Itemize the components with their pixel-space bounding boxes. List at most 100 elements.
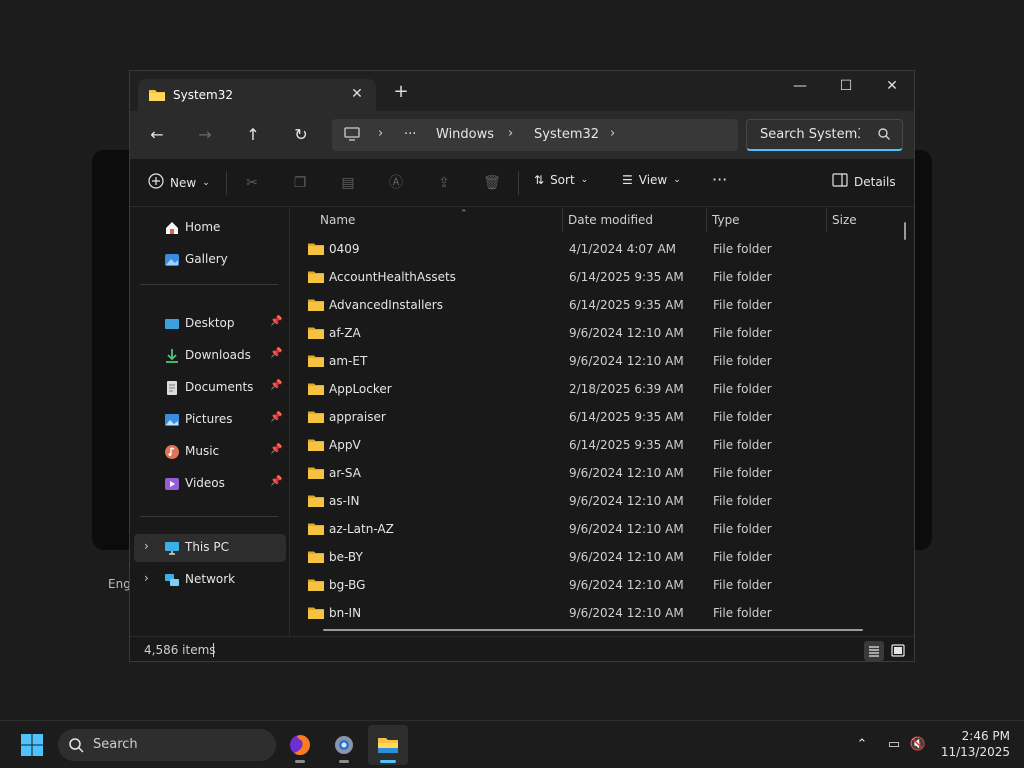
sidebar-item-pictures[interactable]: Pictures 📌 bbox=[134, 406, 286, 434]
view-label: View bbox=[638, 173, 668, 187]
chevron-right-icon[interactable]: › bbox=[610, 126, 615, 141]
table-row[interactable]: appraiser 6/14/2025 9:35 AM File folder bbox=[291, 404, 901, 432]
file-name: bn-IN bbox=[329, 606, 362, 620]
sidebar-item-this-pc[interactable]: › This PC bbox=[134, 534, 286, 562]
cut-icon[interactable]: ✂ bbox=[242, 173, 262, 193]
table-row[interactable]: bg-BG 9/6/2024 12:10 AM File folder bbox=[291, 572, 901, 600]
pin-icon[interactable]: 📌 bbox=[270, 316, 282, 327]
column-divider[interactable] bbox=[562, 208, 563, 232]
monitor-icon[interactable] bbox=[344, 127, 360, 144]
pin-icon[interactable]: 📌 bbox=[270, 380, 282, 391]
sidebar-item-desktop[interactable]: Desktop 📌 bbox=[134, 310, 286, 338]
taskbar-search[interactable]: Search bbox=[58, 729, 276, 761]
close-window-button[interactable]: ✕ bbox=[869, 71, 914, 101]
file-explorer-window: System32 ✕ + — ☐ ✕ ← → ↑ ↻ › ··· Windows… bbox=[129, 70, 915, 662]
folder-icon bbox=[148, 88, 166, 105]
table-row[interactable]: am-ET 9/6/2024 12:10 AM File folder bbox=[291, 348, 901, 376]
list-view-icon bbox=[869, 646, 879, 657]
speaker-muted-icon[interactable]: 🔇 bbox=[908, 735, 928, 755]
folder-icon bbox=[308, 494, 324, 510]
start-button[interactable] bbox=[20, 733, 44, 757]
sidebar-item-network[interactable]: › Network bbox=[134, 566, 286, 594]
pin-icon[interactable]: 📌 bbox=[270, 476, 282, 487]
pin-icon[interactable]: 📌 bbox=[270, 348, 282, 359]
share-icon[interactable]: ⇪ bbox=[434, 173, 454, 193]
table-row[interactable]: AppV 6/14/2025 9:35 AM File folder bbox=[291, 432, 901, 460]
column-header-size[interactable]: Size bbox=[832, 208, 892, 236]
taskbar-settings[interactable] bbox=[324, 725, 364, 765]
column-divider[interactable] bbox=[706, 208, 707, 232]
breadcrumb[interactable]: › ··· Windows › System32 › bbox=[332, 119, 738, 151]
file-type: File folder bbox=[713, 522, 772, 536]
sidebar-item-home[interactable]: Home bbox=[134, 214, 286, 242]
column-divider[interactable] bbox=[826, 208, 827, 232]
clock-date[interactable]: 11/13/2025 bbox=[930, 745, 1010, 759]
chevron-up-icon[interactable]: ⌃ bbox=[852, 735, 872, 755]
chevron-right-icon[interactable]: › bbox=[508, 126, 513, 141]
paste-icon[interactable]: ▤ bbox=[338, 173, 358, 193]
table-row[interactable]: be-BY 9/6/2024 12:10 AM File folder bbox=[291, 544, 901, 572]
folder-icon bbox=[308, 466, 324, 482]
new-button[interactable]: New ⌄ bbox=[148, 173, 210, 192]
file-type: File folder bbox=[713, 242, 772, 256]
desktop-icon bbox=[164, 316, 180, 332]
chevron-right-icon[interactable]: › bbox=[144, 571, 149, 585]
folder-icon bbox=[308, 354, 324, 370]
sidebar-item-videos[interactable]: Videos 📌 bbox=[134, 470, 286, 498]
column-header-date[interactable]: Date modified bbox=[568, 208, 708, 236]
forward-arrow-icon[interactable]: → bbox=[193, 123, 217, 147]
taskbar-file-explorer[interactable] bbox=[368, 725, 408, 765]
table-row[interactable]: 0409 4/1/2024 4:07 AM File folder bbox=[291, 236, 901, 264]
table-row[interactable]: bn-IN 9/6/2024 12:10 AM File folder bbox=[291, 600, 901, 628]
view-button[interactable]: ☰ View ⌄ bbox=[622, 173, 681, 187]
file-name: appraiser bbox=[329, 410, 386, 424]
sidebar-divider bbox=[140, 516, 278, 517]
sidebar-item-music[interactable]: Music 📌 bbox=[134, 438, 286, 466]
file-type: File folder bbox=[713, 466, 772, 480]
table-row[interactable]: AppLocker 2/18/2025 6:39 AM File folder bbox=[291, 376, 901, 404]
thumbnail-view-button[interactable] bbox=[888, 641, 908, 661]
pin-icon[interactable]: 📌 bbox=[270, 412, 282, 423]
column-header-name[interactable]: Name ⌃ bbox=[320, 208, 560, 236]
maximize-button[interactable]: ☐ bbox=[823, 71, 869, 101]
delete-icon[interactable]: 🗑 bbox=[482, 173, 502, 193]
breadcrumb-windows[interactable]: Windows bbox=[436, 127, 494, 142]
refresh-icon[interactable]: ↻ bbox=[289, 123, 313, 147]
table-row[interactable]: af-ZA 9/6/2024 12:10 AM File folder bbox=[291, 320, 901, 348]
horizontal-scrollbar[interactable] bbox=[323, 629, 863, 631]
sidebar-item-downloads[interactable]: Downloads 📌 bbox=[134, 342, 286, 370]
taskbar-firefox[interactable] bbox=[280, 725, 320, 765]
clock-time[interactable]: 2:46 PM bbox=[940, 729, 1010, 743]
sort-button[interactable]: ⇅ Sort ⌄ bbox=[534, 173, 588, 187]
table-row[interactable]: as-IN 9/6/2024 12:10 AM File folder bbox=[291, 488, 901, 516]
sidebar-item-gallery[interactable]: Gallery bbox=[134, 246, 286, 274]
table-row[interactable]: AdvancedInstallers 6/14/2025 9:35 AM File … bbox=[291, 292, 901, 320]
copy-icon[interactable]: ❐ bbox=[290, 173, 310, 193]
table-row[interactable]: AccountHealthAssets 6/14/2025 9:35 AM File… bbox=[291, 264, 901, 292]
table-row[interactable]: az-Latn-AZ 9/6/2024 12:10 AM File folder bbox=[291, 516, 901, 544]
new-tab-button[interactable]: + bbox=[392, 83, 410, 101]
back-arrow-icon[interactable]: ← bbox=[145, 123, 169, 147]
file-date: 9/6/2024 12:10 AM bbox=[569, 494, 684, 508]
chevron-right-icon[interactable]: › bbox=[144, 539, 149, 553]
rename-icon[interactable]: Ⓐ bbox=[386, 173, 406, 193]
search-input[interactable]: Search System32 bbox=[746, 119, 903, 151]
column-header-type[interactable]: Type bbox=[712, 208, 822, 236]
file-name: AdvancedInstallers bbox=[329, 298, 443, 312]
breadcrumb-system32[interactable]: System32 bbox=[534, 127, 599, 142]
chevron-right-icon[interactable]: › bbox=[378, 126, 383, 141]
more-options-button[interactable]: ··· bbox=[712, 170, 727, 189]
close-tab-icon[interactable]: ✕ bbox=[348, 85, 366, 103]
tab-system32[interactable]: System32 ✕ bbox=[138, 79, 376, 111]
details-view-button[interactable] bbox=[864, 641, 884, 661]
table-row[interactable]: ar-SA 9/6/2024 12:10 AM File folder bbox=[291, 460, 901, 488]
vertical-scrollbar[interactable] bbox=[904, 222, 906, 240]
minimize-button[interactable]: — bbox=[777, 71, 823, 101]
pin-icon[interactable]: 📌 bbox=[270, 444, 282, 455]
up-arrow-icon[interactable]: ↑ bbox=[241, 123, 265, 147]
details-button[interactable]: Details bbox=[832, 173, 896, 190]
tab-title: System32 bbox=[173, 88, 234, 102]
breadcrumb-overflow[interactable]: ··· bbox=[404, 127, 416, 142]
display-icon[interactable]: ▭ bbox=[884, 735, 904, 755]
sidebar-item-documents[interactable]: Documents 📌 bbox=[134, 374, 286, 402]
